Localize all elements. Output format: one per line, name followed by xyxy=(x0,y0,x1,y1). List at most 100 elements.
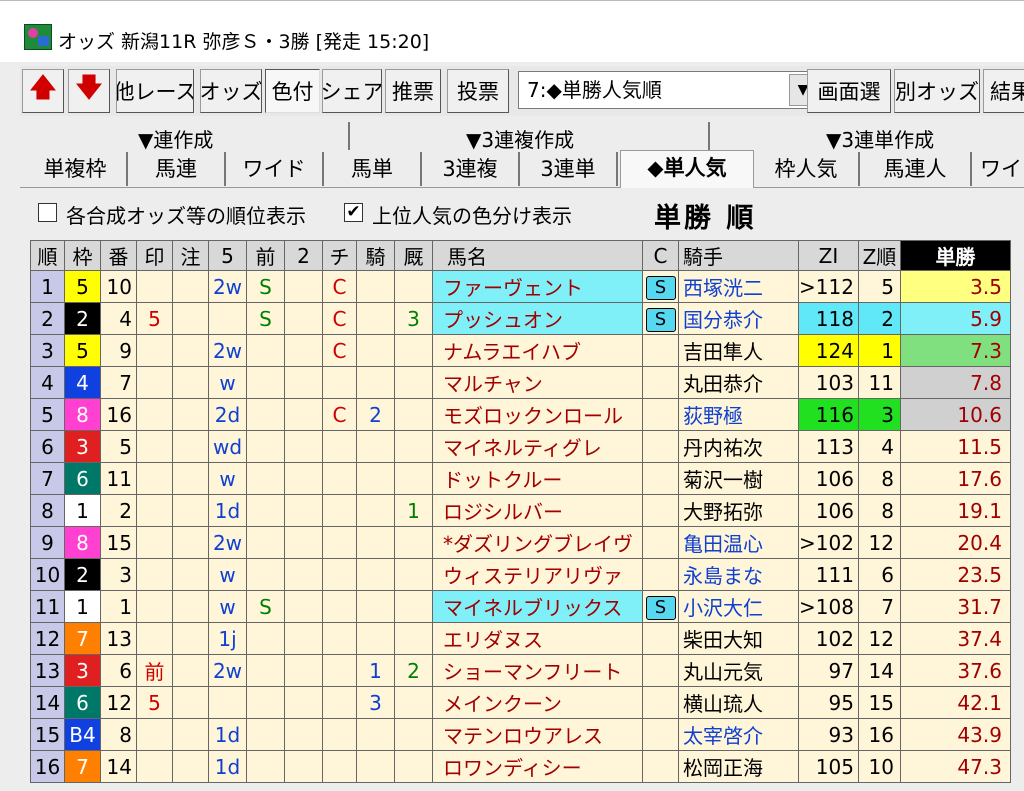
table-row[interactable]: 16 7 14 1d ロワンディシー 松岡正海 105 10 47.3 xyxy=(30,750,1011,783)
zi-cell: 113 xyxy=(798,430,859,463)
tab-wide-ninki[interactable]: ワイ xyxy=(972,152,1024,186)
kyu-cell xyxy=(394,558,433,591)
zi-cell: 111 xyxy=(798,558,859,591)
horse-number-cell: 12 xyxy=(100,686,137,719)
rank-display-checkbox[interactable] xyxy=(38,203,57,222)
col-name[interactable]: 馬名 xyxy=(432,240,643,271)
other-odds-button[interactable]: 別オッズ xyxy=(894,69,980,113)
mark-cell xyxy=(136,558,173,591)
chi-cell: C xyxy=(322,302,357,335)
col-c[interactable]: C xyxy=(642,240,679,271)
note-cell xyxy=(172,718,209,751)
down-arrow-icon: 🡇 xyxy=(75,73,103,103)
rank-cell: 5 xyxy=(30,398,65,431)
table-row[interactable]: 3 5 9 2w C ナムラエイハブ 吉田隼人 124 1 7.3 xyxy=(30,334,1011,367)
col-kyu[interactable]: 厩 xyxy=(394,240,433,271)
zi-cell: 106 xyxy=(798,462,859,495)
screen-select-button[interactable]: 画面選 xyxy=(807,69,891,113)
zen-cell xyxy=(246,366,285,399)
tab-waku-ninki[interactable]: 枠人気 xyxy=(754,152,860,186)
chi-cell xyxy=(322,430,357,463)
table-row[interactable]: 12 7 13 1j エリダヌス 柴田大知 102 12 37.4 xyxy=(30,622,1011,655)
two-cell xyxy=(284,430,323,463)
horse-number-cell: 13 xyxy=(100,622,137,655)
jockey-cell: 丹内祐次 xyxy=(678,430,799,463)
color-split-checkbox[interactable]: ✔ xyxy=(344,203,363,222)
table-row[interactable]: 11 1 1 w S マイネルブリックス S 小沢大仁 >108 7 31.7 xyxy=(30,590,1011,623)
table-row[interactable]: 14 6 12 5 3 メインクーン 横山琉人 95 15 42.1 xyxy=(30,686,1011,719)
table-row[interactable]: 6 3 5 wd マイネルティグレ 丹内祐次 113 4 11.5 xyxy=(30,430,1011,463)
vote-button[interactable]: 投票 xyxy=(447,69,509,113)
down-arrow-button[interactable]: 🡇 xyxy=(68,69,110,113)
odds-cell: 17.6 xyxy=(899,462,1011,495)
table-row[interactable]: 5 8 16 2d C 2 モズロックンロール 荻野極 116 3 10.6 xyxy=(30,398,1011,431)
col-two[interactable]: 2 xyxy=(284,240,323,271)
kyu-cell xyxy=(394,398,433,431)
group-sanrenpuku[interactable]: ▼3連複作成 xyxy=(466,124,574,153)
kyu-cell: 3 xyxy=(394,302,433,335)
tab-umaren-ninki[interactable]: 馬連人 xyxy=(860,152,972,186)
col-chi[interactable]: チ xyxy=(322,240,357,271)
rank-cell: 11 xyxy=(30,590,65,623)
col-note[interactable]: 注 xyxy=(172,240,209,271)
group-ren[interactable]: ▼連作成 xyxy=(138,124,213,153)
rank-cell: 10 xyxy=(30,558,65,591)
tab-bar: 単複枠 馬連 ワイド 馬単 3連複 3連単 ◆単人気 枠人気 馬連人 ワイ xyxy=(20,150,1024,188)
rank-cell: 6 xyxy=(30,430,65,463)
mark-cell xyxy=(136,718,173,751)
five-cell: 2w xyxy=(208,334,247,367)
table-row[interactable]: 1 5 10 2w S C ファーヴェント S 西塚洸二 >112 5 3.5 xyxy=(30,270,1011,303)
share-button[interactable]: シェア xyxy=(322,69,382,113)
jockey-cell: 永島まな xyxy=(678,558,799,591)
table-row[interactable]: 15 B4 8 1d マテンロウアレス 太宰啓介 93 16 43.9 xyxy=(30,718,1011,751)
col-odds[interactable]: 単勝 xyxy=(899,240,1011,271)
table-row[interactable]: 7 6 11 w ドットクルー 菊沢一樹 106 8 17.6 xyxy=(30,462,1011,495)
tab-umatan[interactable]: 馬単 xyxy=(324,152,422,186)
waku-cell: 6 xyxy=(64,686,101,719)
table-row[interactable]: 13 3 6 前 2w 1 2 ショーマンフリート 丸山元気 97 14 37.6 xyxy=(30,654,1011,687)
table-row[interactable]: 10 2 3 w ウィステリアリヴァ 永島まな 111 6 23.5 xyxy=(30,558,1011,591)
view-select[interactable]: 7:◆単勝人気順 ▼ xyxy=(518,71,820,109)
odds-button[interactable]: オッズ xyxy=(200,69,262,113)
tab-sanrentan[interactable]: 3連単 xyxy=(520,152,618,186)
col-ki[interactable]: 騎 xyxy=(356,240,395,271)
table-row[interactable]: 8 1 2 1d 1 ロジシルバー 大野拓弥 106 8 19.1 xyxy=(30,494,1011,527)
rank-cell: 16 xyxy=(30,750,65,783)
note-cell xyxy=(172,430,209,463)
zen-cell xyxy=(246,686,285,719)
table-row[interactable]: 9 8 15 2w *ダズリングブレイヴ 亀田温心 >102 12 20.4 xyxy=(30,526,1011,559)
odds-cell: 42.1 xyxy=(899,686,1011,719)
col-rank[interactable]: 順 xyxy=(30,240,65,271)
col-zen[interactable]: 前 xyxy=(246,240,285,271)
col-jockey[interactable]: 騎手 xyxy=(678,240,799,271)
tab-sanrenpuku[interactable]: 3連複 xyxy=(422,152,520,186)
tab-tan-ninki[interactable]: ◆単人気 xyxy=(620,150,754,188)
col-waku[interactable]: 枠 xyxy=(64,240,101,271)
zen-cell xyxy=(246,526,285,559)
up-arrow-button[interactable]: 🡅 xyxy=(22,69,64,113)
other-race-button[interactable]: 他レース xyxy=(116,69,194,113)
tab-umaren[interactable]: 馬連 xyxy=(128,152,226,186)
col-zi[interactable]: ZI xyxy=(798,240,859,271)
mark-cell xyxy=(136,366,173,399)
ki-cell: 2 xyxy=(356,398,395,431)
horse-name-cell: ファーヴェント xyxy=(432,270,643,303)
col-five[interactable]: 5 xyxy=(208,240,247,271)
waku-cell: 8 xyxy=(64,526,101,559)
horse-number-cell: 16 xyxy=(100,398,137,431)
color-button[interactable]: 色付 xyxy=(265,69,320,113)
group-sanrentan[interactable]: ▼3連単作成 xyxy=(826,124,934,153)
tab-wide[interactable]: ワイド xyxy=(226,152,324,186)
result-button[interactable]: 結果 xyxy=(983,69,1024,113)
tab-tanpuku[interactable]: 単複枠 xyxy=(24,152,128,186)
odds-cell: 7.3 xyxy=(899,334,1011,367)
col-mark[interactable]: 印 xyxy=(136,240,173,271)
table-row[interactable]: 4 4 7 w マルチャン 丸田恭介 103 11 7.8 xyxy=(30,366,1011,399)
zi-rank-cell: 12 xyxy=(857,526,901,559)
table-row[interactable]: 2 2 4 5 S C 3 プッシュオン S 国分恭介 118 2 5.9 xyxy=(30,302,1011,335)
recommend-button[interactable]: 推票 xyxy=(385,69,441,113)
zi-rank-cell: 2 xyxy=(857,302,901,335)
col-ban[interactable]: 番 xyxy=(100,240,137,271)
col-zirank[interactable]: Z順 xyxy=(857,240,901,271)
horse-name-cell: ロワンディシー xyxy=(432,750,643,783)
